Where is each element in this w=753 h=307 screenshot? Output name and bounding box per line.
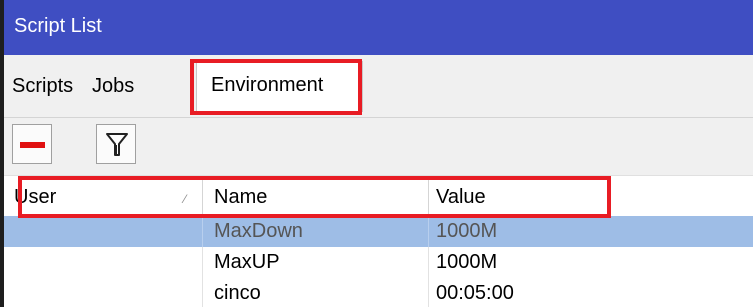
- minus-icon: [20, 142, 45, 148]
- tab-environment-label: Environment: [211, 74, 324, 96]
- titlebar[interactable]: Script List: [4, 0, 753, 55]
- tab-environment[interactable]: Environment: [196, 61, 363, 112]
- table-row[interactable]: MaxUP 1000M: [4, 247, 753, 278]
- tab-bar: Scripts Jobs Environment: [4, 55, 753, 117]
- script-list-window: Script List Scripts Jobs Environment Use…: [0, 0, 753, 307]
- column-divider[interactable]: [428, 176, 429, 216]
- remove-button[interactable]: [12, 124, 52, 164]
- tab-jobs[interactable]: Jobs: [92, 75, 134, 98]
- column-divider: [428, 216, 429, 247]
- table-row[interactable]: cinco 00:05:00: [4, 278, 753, 307]
- column-header-name[interactable]: Name: [214, 186, 267, 209]
- toolbar: [4, 117, 753, 176]
- filter-funnel-icon: [106, 133, 128, 156]
- cell-value: 1000M: [436, 251, 498, 273]
- cell-value: 1000M: [436, 220, 498, 242]
- table-header: User ⁄ Name Value: [4, 175, 753, 217]
- window-left-border: [0, 0, 4, 307]
- column-divider: [428, 278, 429, 307]
- column-divider: [202, 247, 203, 278]
- window-title: Script List: [14, 15, 102, 37]
- cell-value: 00:05:00: [436, 282, 514, 304]
- sort-ascending-icon: ⁄: [184, 192, 187, 206]
- column-divider: [202, 216, 203, 247]
- cell-name: MaxDown: [214, 220, 303, 242]
- cell-name: MaxUP: [214, 251, 280, 273]
- column-header-value[interactable]: Value: [436, 186, 486, 209]
- column-divider: [428, 247, 429, 278]
- cell-name: cinco: [214, 282, 261, 304]
- filter-button[interactable]: [96, 124, 136, 164]
- column-header-user[interactable]: User: [14, 186, 56, 209]
- tab-scripts[interactable]: Scripts: [12, 75, 73, 98]
- table-row[interactable]: MaxDown 1000M: [4, 216, 753, 247]
- column-divider: [202, 278, 203, 307]
- column-divider[interactable]: [202, 176, 203, 216]
